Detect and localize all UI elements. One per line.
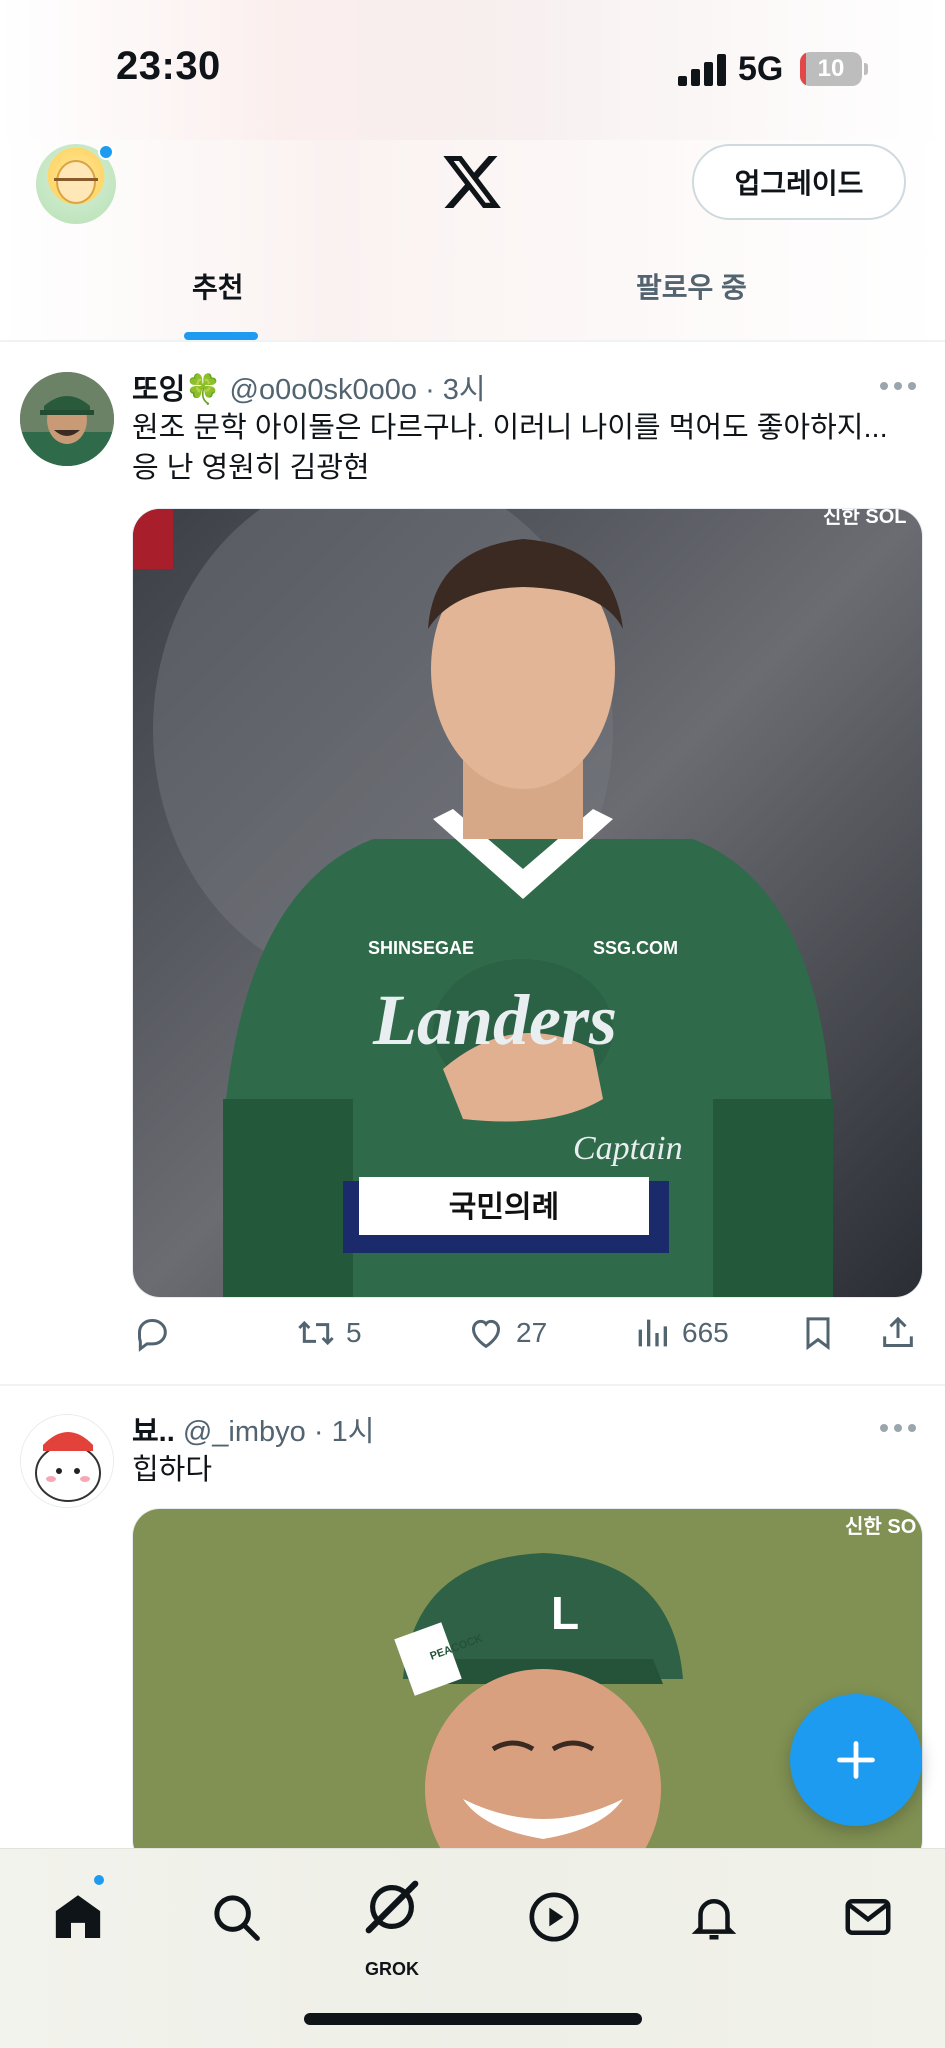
- top-header: 업그레이드 추천 팔로우 중: [0, 140, 945, 340]
- battery-level: 10: [817, 55, 845, 82]
- status-time: 23:30: [116, 44, 221, 88]
- compose-button[interactable]: [790, 1694, 922, 1826]
- more-icon[interactable]: [880, 1424, 920, 1436]
- tweet-text-line: 응 난 영원히 김광현: [132, 452, 370, 484]
- tweet[interactable]: 또잉🍀 @o0o0sk0o0o · 3시 원조 문학 아이돌은 다르구나. 이러…: [0, 344, 945, 1384]
- share-button[interactable]: [878, 1310, 918, 1356]
- notification-dot: [98, 144, 114, 160]
- home-notification-dot: [92, 1873, 106, 1887]
- jersey-sponsor-right: SSG.COM: [593, 938, 678, 958]
- nav-video[interactable]: [514, 1877, 594, 1957]
- author-handle[interactable]: @_imbyo: [183, 1416, 306, 1448]
- views-count: 665: [682, 1317, 729, 1348]
- bottom-navigation: GROK: [0, 1848, 945, 2048]
- more-icon[interactable]: [880, 382, 920, 394]
- like-button[interactable]: 27: [466, 1310, 547, 1356]
- x-logo-icon[interactable]: [440, 150, 504, 214]
- tweet-time: · 1시: [313, 1416, 375, 1448]
- nav-notifications[interactable]: [674, 1877, 754, 1957]
- tweet-text-line: 원조 문학 아이돌은 다르구나. 이러니 나이를 먹어도 좋아하지...: [132, 412, 888, 444]
- author-avatar[interactable]: [20, 372, 114, 466]
- battery-tip: [864, 63, 868, 75]
- jersey-captain-text: Captain: [573, 1130, 683, 1167]
- nav-search[interactable]: [196, 1877, 276, 1957]
- tweet-image[interactable]: L PEACOCK 신한 SO: [132, 1508, 923, 1868]
- nav-home[interactable]: [38, 1877, 118, 1957]
- tweet-text-line: 힙하다: [132, 1454, 213, 1486]
- svg-text:L: L: [551, 1587, 579, 1639]
- tweet-actions: 5 27 665: [132, 1310, 922, 1356]
- author-avatar[interactable]: [20, 1414, 114, 1508]
- mail-icon: [845, 1899, 891, 1935]
- retweet-icon: [298, 1320, 334, 1346]
- tab-recommend[interactable]: 추천: [192, 266, 244, 306]
- home-indicator: [304, 2013, 642, 2025]
- bookmark-button[interactable]: [798, 1310, 838, 1356]
- header-divider: [0, 340, 945, 342]
- bell-icon: [691, 1899, 737, 1940]
- reply-button[interactable]: [132, 1310, 172, 1356]
- author-handle[interactable]: @o0o0sk0o0o: [230, 374, 417, 406]
- like-count: 27: [516, 1317, 548, 1348]
- network-type: 5G: [738, 50, 784, 88]
- retweet-button[interactable]: 5: [296, 1310, 362, 1356]
- broadcaster-logo: 신한 SO: [845, 1515, 916, 1538]
- tweet-image[interactable]: SHINSEGAE SSG.COM Landers Captain 국민의례 신…: [132, 508, 923, 1298]
- views-icon: [638, 1319, 667, 1347]
- plus-icon: [837, 1741, 875, 1779]
- tweet-text: 원조 문학 아이돌은 다르구나. 이러니 나이를 먹어도 좋아하지... 응 난…: [132, 408, 922, 488]
- nav-grok[interactable]: [352, 1867, 432, 1947]
- tweet-text: 힙하다: [132, 1450, 922, 1490]
- tweet-header: 또잉🍀 @o0o0sk0o0o · 3시: [132, 366, 486, 408]
- nav-messages[interactable]: [828, 1877, 908, 1957]
- search-icon: [214, 1895, 260, 1941]
- tweet-header: 뵤.. @_imbyo · 1시: [132, 1408, 374, 1450]
- broadcast-caption: 국민의례: [449, 1191, 559, 1224]
- battery-icon: 10: [800, 52, 862, 86]
- grok-icon: [365, 1880, 419, 1934]
- author-name[interactable]: 또잉🍀: [132, 374, 221, 406]
- signal-icon: [678, 54, 728, 86]
- status-bar: 23:30 5G 10: [0, 0, 945, 140]
- reply-icon: [138, 1319, 167, 1352]
- bookmark-icon: [806, 1317, 830, 1351]
- home-icon: [55, 1895, 101, 1938]
- broadcaster-logo: 신한 SOL: [823, 509, 906, 528]
- upgrade-button[interactable]: 업그레이드: [692, 144, 906, 220]
- share-icon: [883, 1316, 913, 1347]
- active-tab-indicator: [184, 332, 258, 340]
- grok-label: GROK: [365, 1959, 419, 1979]
- like-icon: [471, 1319, 501, 1349]
- views-button[interactable]: 665: [632, 1310, 729, 1356]
- retweet-count: 5: [346, 1317, 362, 1348]
- tab-following[interactable]: 팔로우 중: [636, 266, 747, 306]
- jersey-sponsor-left: SHINSEGAE: [368, 938, 474, 958]
- play-icon: [529, 1892, 579, 1942]
- tweet-time: · 3시: [425, 374, 486, 406]
- jersey-team-wordmark: Landers: [372, 980, 617, 1060]
- author-name[interactable]: 뵤..: [132, 1416, 175, 1448]
